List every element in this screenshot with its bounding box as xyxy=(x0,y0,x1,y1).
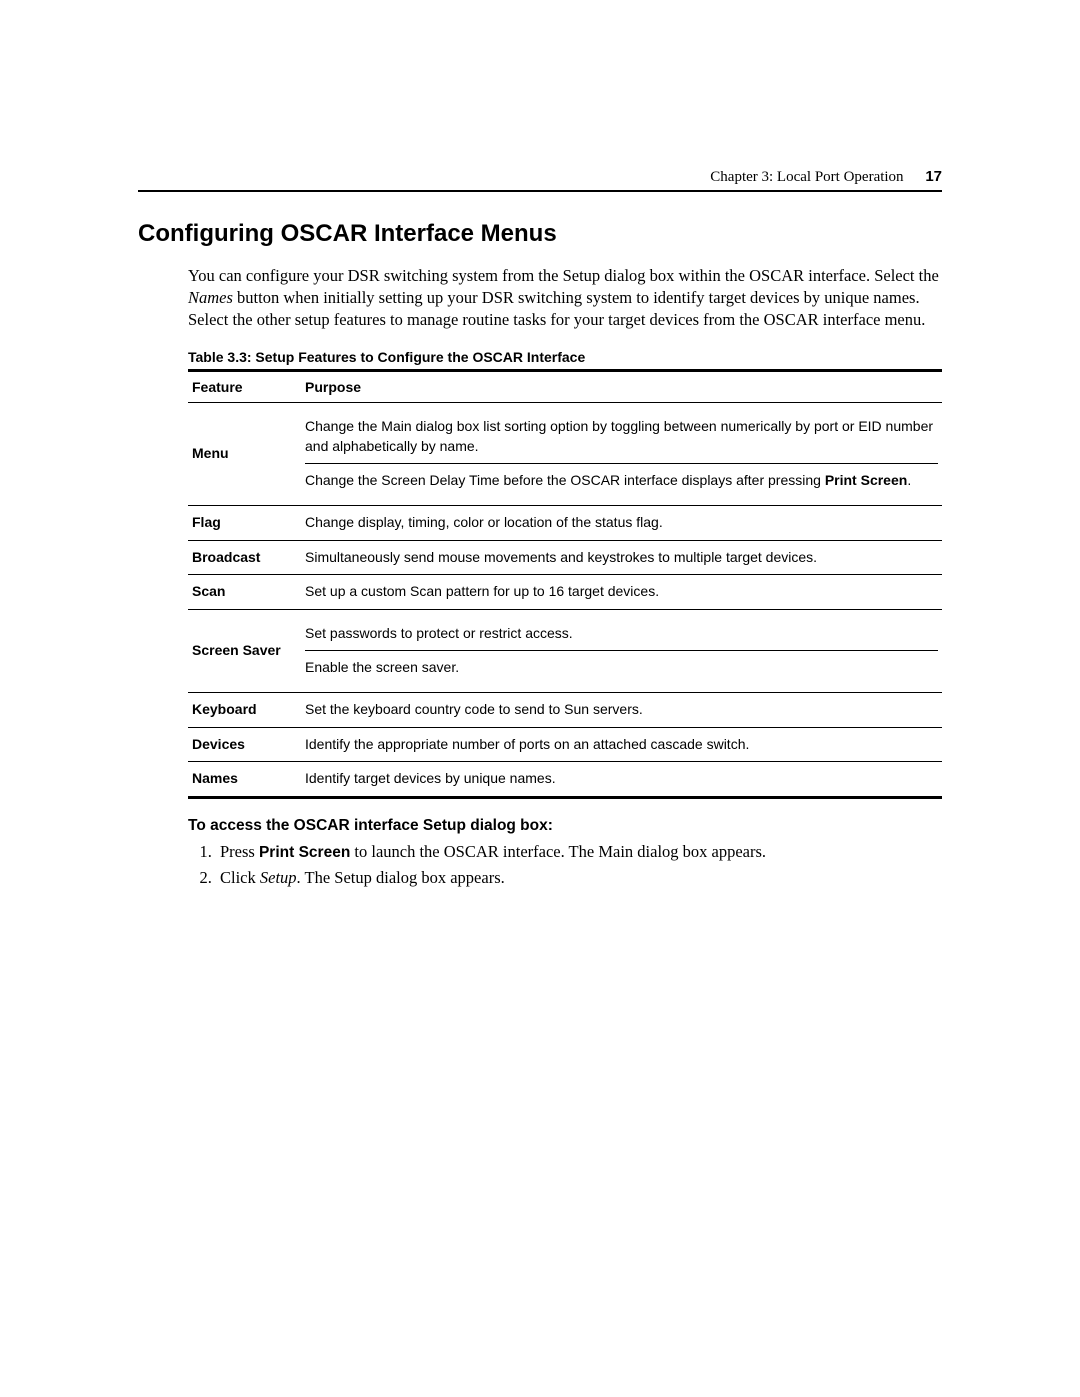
purpose-subcell: Change the Screen Delay Time before the … xyxy=(305,464,938,498)
feature-cell: Flag xyxy=(188,506,301,541)
th-purpose: Purpose xyxy=(301,371,942,403)
feature-cell: Keyboard xyxy=(188,693,301,728)
feature-cell: Broadcast xyxy=(188,540,301,575)
purpose-subcell: Set passwords to protect or restrict acc… xyxy=(305,617,938,651)
intro-post: button when initially setting up your DS… xyxy=(188,288,925,329)
feature-cell: Scan xyxy=(188,575,301,610)
feature-cell: Devices xyxy=(188,727,301,762)
purpose-subcell: Enable the screen saver. xyxy=(305,651,938,685)
list-item: Press Print Screen to launch the OSCAR i… xyxy=(216,839,942,865)
table-row: FlagChange display, timing, color or loc… xyxy=(188,506,942,541)
page-number: 17 xyxy=(925,168,942,185)
feature-cell: Screen Saver xyxy=(188,609,301,692)
table-row: KeyboardSet the keyboard country code to… xyxy=(188,693,942,728)
section-title: Configuring OSCAR Interface Menus xyxy=(138,220,942,248)
feature-cell: Menu xyxy=(188,403,301,506)
running-header: Chapter 3: Local Port Operation 17 xyxy=(710,168,942,186)
table-row: MenuChange the Main dialog box list sort… xyxy=(188,403,942,506)
purpose-cell: Identify the appropriate number of ports… xyxy=(301,727,942,762)
intro-pre: You can configure your DSR switching sys… xyxy=(188,266,939,285)
features-table: Feature Purpose MenuChange the Main dial… xyxy=(188,369,942,799)
table-row: ScanSet up a custom Scan pattern for up … xyxy=(188,575,942,610)
purpose-subcell: Change the Main dialog box list sorting … xyxy=(305,410,938,464)
purpose-cell: Set up a custom Scan pattern for up to 1… xyxy=(301,575,942,610)
howto-steps: Press Print Screen to launch the OSCAR i… xyxy=(188,839,942,891)
header-rule xyxy=(138,190,942,192)
list-item: Click Setup. The Setup dialog box appear… xyxy=(216,865,942,891)
purpose-cell: Set the keyboard country code to send to… xyxy=(301,693,942,728)
purpose-cell: Identify target devices by unique names. xyxy=(301,762,942,798)
purpose-cell: Set passwords to protect or restrict acc… xyxy=(301,609,942,692)
th-feature: Feature xyxy=(188,371,301,403)
intro-paragraph: You can configure your DSR switching sys… xyxy=(188,265,942,332)
purpose-cell: Change the Main dialog box list sorting … xyxy=(301,403,942,506)
table-caption: Table 3.3: Setup Features to Configure t… xyxy=(188,349,942,365)
feature-cell: Names xyxy=(188,762,301,798)
table-row: BroadcastSimultaneously send mouse movem… xyxy=(188,540,942,575)
page: Chapter 3: Local Port Operation 17 Confi… xyxy=(0,0,1080,1397)
purpose-cell: Change display, timing, color or locatio… xyxy=(301,506,942,541)
table-row: Screen SaverSet passwords to protect or … xyxy=(188,609,942,692)
chapter-label: Chapter 3: Local Port Operation xyxy=(710,169,903,185)
howto-title: To access the OSCAR interface Setup dial… xyxy=(188,817,942,835)
table-row: NamesIdentify target devices by unique n… xyxy=(188,762,942,798)
purpose-cell: Simultaneously send mouse movements and … xyxy=(301,540,942,575)
table-row: DevicesIdentify the appropriate number o… xyxy=(188,727,942,762)
intro-em: Names xyxy=(188,288,233,307)
